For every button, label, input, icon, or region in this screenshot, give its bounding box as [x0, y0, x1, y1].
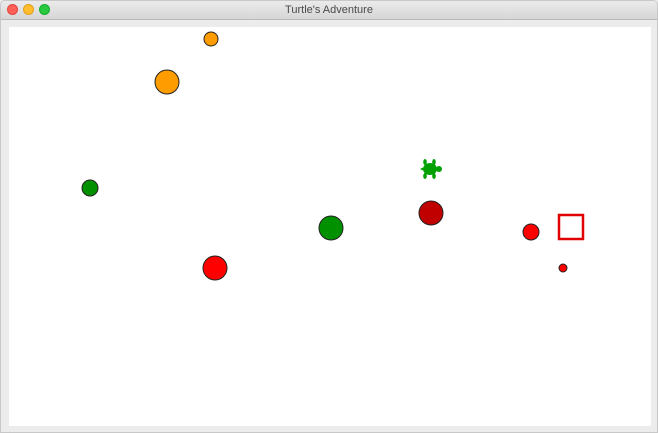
turtle-player-icon: [420, 159, 442, 179]
window-title: Turtle's Adventure: [285, 4, 373, 16]
home-goal-square: [557, 213, 585, 241]
red-ball-1: [202, 255, 228, 281]
orange-ball-1: [203, 31, 219, 47]
green-ball-2: [318, 215, 344, 241]
dark-red-ball: [418, 200, 444, 226]
app-window: Turtle's Adventure: [0, 0, 658, 433]
game-scene: [81, 31, 585, 281]
green-ball-1: [81, 179, 99, 197]
orange-ball-2: [154, 69, 180, 95]
title-bar: Turtle's Adventure: [1, 1, 657, 20]
red-ball-2: [522, 223, 540, 241]
game-canvas[interactable]: [9, 27, 651, 426]
red-ball-small: [558, 263, 568, 273]
